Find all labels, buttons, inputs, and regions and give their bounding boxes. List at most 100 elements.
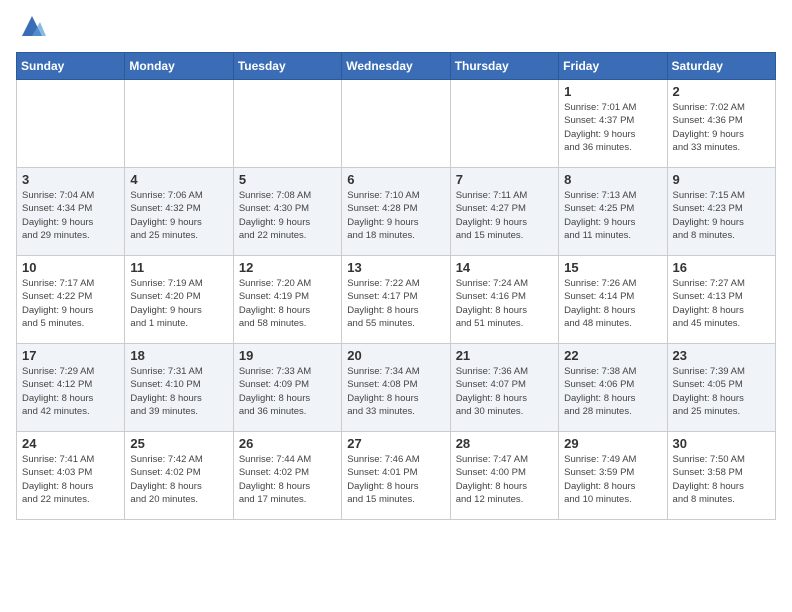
day-number: 11 xyxy=(130,260,227,275)
day-number: 18 xyxy=(130,348,227,363)
day-number: 13 xyxy=(347,260,444,275)
calendar-cell: 1 Sunrise: 7:01 AM Sunset: 4:37 PM Daylig… xyxy=(559,80,667,168)
day-info: Sunrise: 7:06 AM Sunset: 4:32 PM Dayligh… xyxy=(130,189,227,242)
day-number: 9 xyxy=(673,172,770,187)
day-info: Sunrise: 7:22 AM Sunset: 4:17 PM Dayligh… xyxy=(347,277,444,330)
calendar-cell: 7 Sunrise: 7:11 AM Sunset: 4:27 PM Daylig… xyxy=(450,168,558,256)
day-number: 15 xyxy=(564,260,661,275)
day-info: Sunrise: 7:19 AM Sunset: 4:20 PM Dayligh… xyxy=(130,277,227,330)
calendar-cell: 10Sunrise: 7:17 AM Sunset: 4:22 PM Dayli… xyxy=(17,256,125,344)
calendar-cell: 18 Sunrise: 7:31 AM Sunset: 4:10 PM Dayli… xyxy=(125,344,233,432)
logo-icon xyxy=(18,12,46,40)
day-of-week-header: Thursday xyxy=(450,53,558,80)
calendar-cell: 8 Sunrise: 7:13 AM Sunset: 4:25 PM Daylig… xyxy=(559,168,667,256)
calendar-cell: 16 Sunrise: 7:27 AM Sunset: 4:13 PM Dayli… xyxy=(667,256,775,344)
day-number: 1 xyxy=(564,84,661,99)
day-info: Sunrise: 7:49 AM Sunset: 3:59 PM Dayligh… xyxy=(564,453,661,506)
calendar-cell: 26Sunrise: 7:44 AM Sunset: 4:02 PM Dayli… xyxy=(233,432,341,520)
calendar-cell: 25 Sunrise: 7:42 AM Sunset: 4:02 PM Dayli… xyxy=(125,432,233,520)
calendar-cell: 28 Sunrise: 7:47 AM Sunset: 4:00 PM Dayli… xyxy=(450,432,558,520)
day-number: 7 xyxy=(456,172,553,187)
day-number: 25 xyxy=(130,436,227,451)
calendar-cell xyxy=(342,80,450,168)
calendar-cell: 14 Sunrise: 7:24 AM Sunset: 4:16 PM Dayli… xyxy=(450,256,558,344)
logo xyxy=(16,16,46,40)
day-number: 20 xyxy=(347,348,444,363)
calendar-table: SundayMondayTuesdayWednesdayThursdayFrid… xyxy=(16,52,776,520)
day-info: Sunrise: 7:26 AM Sunset: 4:14 PM Dayligh… xyxy=(564,277,661,330)
day-info: Sunrise: 7:42 AM Sunset: 4:02 PM Dayligh… xyxy=(130,453,227,506)
calendar-week-row: 17Sunrise: 7:29 AM Sunset: 4:12 PM Dayli… xyxy=(17,344,776,432)
calendar-week-row: 1 Sunrise: 7:01 AM Sunset: 4:37 PM Daylig… xyxy=(17,80,776,168)
day-info: Sunrise: 7:47 AM Sunset: 4:00 PM Dayligh… xyxy=(456,453,553,506)
day-number: 30 xyxy=(673,436,770,451)
calendar-cell: 22Sunrise: 7:38 AM Sunset: 4:06 PM Dayli… xyxy=(559,344,667,432)
day-number: 28 xyxy=(456,436,553,451)
day-info: Sunrise: 7:20 AM Sunset: 4:19 PM Dayligh… xyxy=(239,277,336,330)
calendar-cell: 20 Sunrise: 7:34 AM Sunset: 4:08 PM Dayli… xyxy=(342,344,450,432)
day-number: 4 xyxy=(130,172,227,187)
calendar-cell: 13 Sunrise: 7:22 AM Sunset: 4:17 PM Dayli… xyxy=(342,256,450,344)
day-info: Sunrise: 7:39 AM Sunset: 4:05 PM Dayligh… xyxy=(673,365,770,418)
calendar-header-row: SundayMondayTuesdayWednesdayThursdayFrid… xyxy=(17,53,776,80)
calendar-cell: 24 Sunrise: 7:41 AM Sunset: 4:03 PM Dayli… xyxy=(17,432,125,520)
calendar-cell: 19 Sunrise: 7:33 AM Sunset: 4:09 PM Dayli… xyxy=(233,344,341,432)
day-info: Sunrise: 7:24 AM Sunset: 4:16 PM Dayligh… xyxy=(456,277,553,330)
calendar-cell: 29 Sunrise: 7:49 AM Sunset: 3:59 PM Dayli… xyxy=(559,432,667,520)
day-info: Sunrise: 7:02 AM Sunset: 4:36 PM Dayligh… xyxy=(673,101,770,154)
day-number: 8 xyxy=(564,172,661,187)
day-number: 29 xyxy=(564,436,661,451)
day-of-week-header: Wednesday xyxy=(342,53,450,80)
calendar-cell: 17Sunrise: 7:29 AM Sunset: 4:12 PM Dayli… xyxy=(17,344,125,432)
calendar-cell: 12Sunrise: 7:20 AM Sunset: 4:19 PM Dayli… xyxy=(233,256,341,344)
day-number: 23 xyxy=(673,348,770,363)
calendar-cell: 6Sunrise: 7:10 AM Sunset: 4:28 PM Daylig… xyxy=(342,168,450,256)
day-number: 16 xyxy=(673,260,770,275)
day-info: Sunrise: 7:13 AM Sunset: 4:25 PM Dayligh… xyxy=(564,189,661,242)
day-number: 21 xyxy=(456,348,553,363)
day-of-week-header: Saturday xyxy=(667,53,775,80)
day-info: Sunrise: 7:17 AM Sunset: 4:22 PM Dayligh… xyxy=(22,277,119,330)
calendar-cell: 5 Sunrise: 7:08 AM Sunset: 4:30 PM Daylig… xyxy=(233,168,341,256)
calendar-cell: 9Sunrise: 7:15 AM Sunset: 4:23 PM Daylig… xyxy=(667,168,775,256)
day-number: 5 xyxy=(239,172,336,187)
calendar-cell xyxy=(125,80,233,168)
calendar-cell xyxy=(17,80,125,168)
day-info: Sunrise: 7:08 AM Sunset: 4:30 PM Dayligh… xyxy=(239,189,336,242)
day-info: Sunrise: 7:11 AM Sunset: 4:27 PM Dayligh… xyxy=(456,189,553,242)
day-of-week-header: Tuesday xyxy=(233,53,341,80)
day-number: 2 xyxy=(673,84,770,99)
day-of-week-header: Friday xyxy=(559,53,667,80)
calendar-cell: 11 Sunrise: 7:19 AM Sunset: 4:20 PM Dayli… xyxy=(125,256,233,344)
day-number: 26 xyxy=(239,436,336,451)
calendar-cell: 2 Sunrise: 7:02 AM Sunset: 4:36 PM Daylig… xyxy=(667,80,775,168)
calendar-week-row: 3Sunrise: 7:04 AM Sunset: 4:34 PM Daylig… xyxy=(17,168,776,256)
day-number: 14 xyxy=(456,260,553,275)
calendar-cell: 15 Sunrise: 7:26 AM Sunset: 4:14 PM Dayli… xyxy=(559,256,667,344)
day-info: Sunrise: 7:29 AM Sunset: 4:12 PM Dayligh… xyxy=(22,365,119,418)
calendar-week-row: 24 Sunrise: 7:41 AM Sunset: 4:03 PM Dayli… xyxy=(17,432,776,520)
day-info: Sunrise: 7:27 AM Sunset: 4:13 PM Dayligh… xyxy=(673,277,770,330)
day-info: Sunrise: 7:46 AM Sunset: 4:01 PM Dayligh… xyxy=(347,453,444,506)
day-info: Sunrise: 7:36 AM Sunset: 4:07 PM Dayligh… xyxy=(456,365,553,418)
calendar-cell: 21 Sunrise: 7:36 AM Sunset: 4:07 PM Dayli… xyxy=(450,344,558,432)
calendar-cell: 23 Sunrise: 7:39 AM Sunset: 4:05 PM Dayli… xyxy=(667,344,775,432)
day-number: 27 xyxy=(347,436,444,451)
day-of-week-header: Monday xyxy=(125,53,233,80)
calendar-week-row: 10Sunrise: 7:17 AM Sunset: 4:22 PM Dayli… xyxy=(17,256,776,344)
day-info: Sunrise: 7:01 AM Sunset: 4:37 PM Dayligh… xyxy=(564,101,661,154)
calendar-cell: 30 Sunrise: 7:50 AM Sunset: 3:58 PM Dayli… xyxy=(667,432,775,520)
day-info: Sunrise: 7:31 AM Sunset: 4:10 PM Dayligh… xyxy=(130,365,227,418)
day-info: Sunrise: 7:34 AM Sunset: 4:08 PM Dayligh… xyxy=(347,365,444,418)
day-number: 24 xyxy=(22,436,119,451)
day-info: Sunrise: 7:33 AM Sunset: 4:09 PM Dayligh… xyxy=(239,365,336,418)
calendar-cell: 4 Sunrise: 7:06 AM Sunset: 4:32 PM Daylig… xyxy=(125,168,233,256)
calendar-cell: 27 Sunrise: 7:46 AM Sunset: 4:01 PM Dayli… xyxy=(342,432,450,520)
day-info: Sunrise: 7:41 AM Sunset: 4:03 PM Dayligh… xyxy=(22,453,119,506)
page-header xyxy=(16,16,776,40)
day-number: 22 xyxy=(564,348,661,363)
day-number: 19 xyxy=(239,348,336,363)
day-info: Sunrise: 7:50 AM Sunset: 3:58 PM Dayligh… xyxy=(673,453,770,506)
calendar-cell xyxy=(233,80,341,168)
calendar-cell: 3Sunrise: 7:04 AM Sunset: 4:34 PM Daylig… xyxy=(17,168,125,256)
